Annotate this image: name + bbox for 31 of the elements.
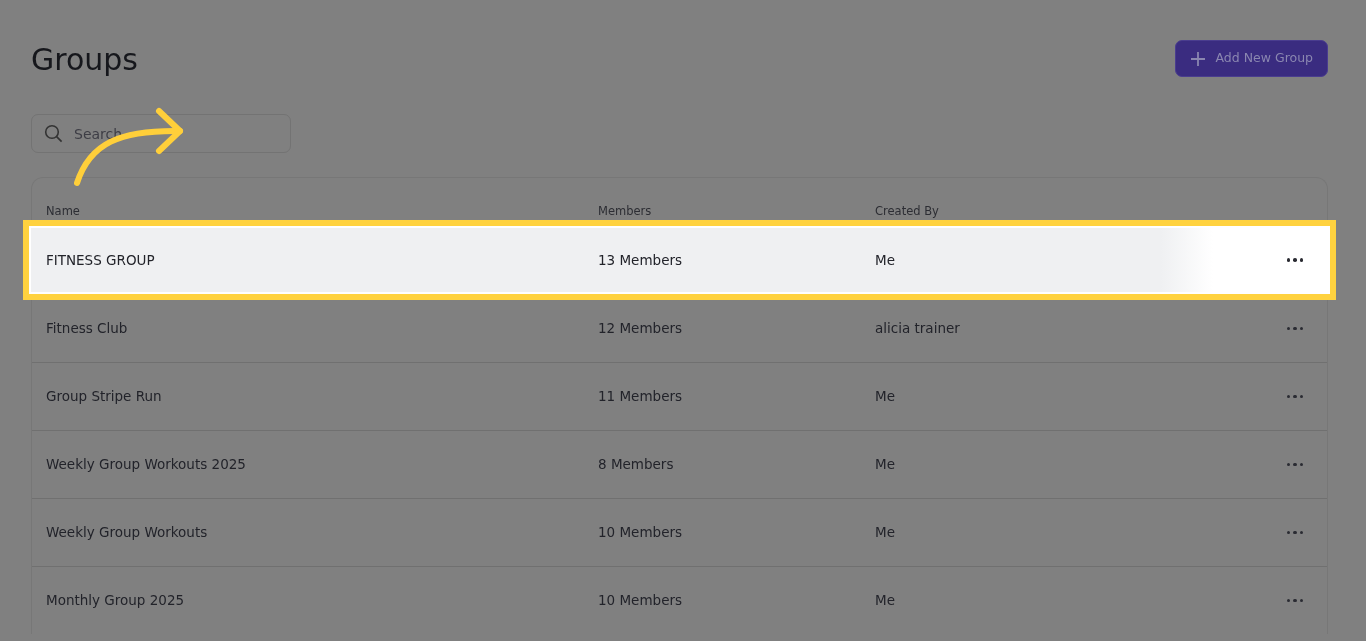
table-cell: 12 Members <box>598 320 683 337</box>
table-cell: alicia trainer <box>875 320 960 337</box>
table-cell: Weekly Group Workouts <box>46 524 208 541</box>
table-cell: Monthly Group 2025 <box>46 592 185 609</box>
page-title: Groups <box>31 41 138 78</box>
table-cell: Me <box>875 251 895 268</box>
table-cell: Me <box>875 456 895 473</box>
column-header: Name <box>46 203 80 218</box>
add-new-group-button[interactable]: Add New Group <box>1174 40 1328 77</box>
search-icon <box>44 124 63 143</box>
table-cell: 10 Members <box>598 592 683 609</box>
table-cell: FITNESS GROUP <box>46 251 155 268</box>
table-row[interactable]: Monthly Group 2025 10 Members Me <box>32 566 1327 634</box>
table-cell: Me <box>875 388 895 405</box>
column-header: Members <box>598 203 652 218</box>
table-cell: Fitness Club <box>46 320 128 337</box>
table-cell: 13 Members <box>598 251 683 268</box>
table-cell: Weekly Group Workouts 2025 <box>46 456 246 473</box>
table-cell: Me <box>875 592 895 609</box>
table-row[interactable]: Weekly Group Workouts 2025 8 Members Me <box>32 430 1327 498</box>
plus-icon <box>1189 50 1206 67</box>
table-row[interactable]: Weekly Group Workouts 10 Members Me <box>32 498 1327 566</box>
table-cell: Me <box>875 524 895 541</box>
table-cell: Group Stripe Run <box>46 388 162 405</box>
table-cell: 8 Members <box>598 456 674 473</box>
table-row[interactable]: Group Stripe Run 11 Members Me <box>32 362 1327 430</box>
table-row[interactable]: Fitness Club 12 Members alicia trainer <box>32 294 1327 362</box>
table-cell: 11 Members <box>598 388 683 405</box>
column-header: Created By <box>875 203 939 218</box>
table-cell: 10 Members <box>598 524 683 541</box>
search-field[interactable]: Search <box>31 114 291 153</box>
